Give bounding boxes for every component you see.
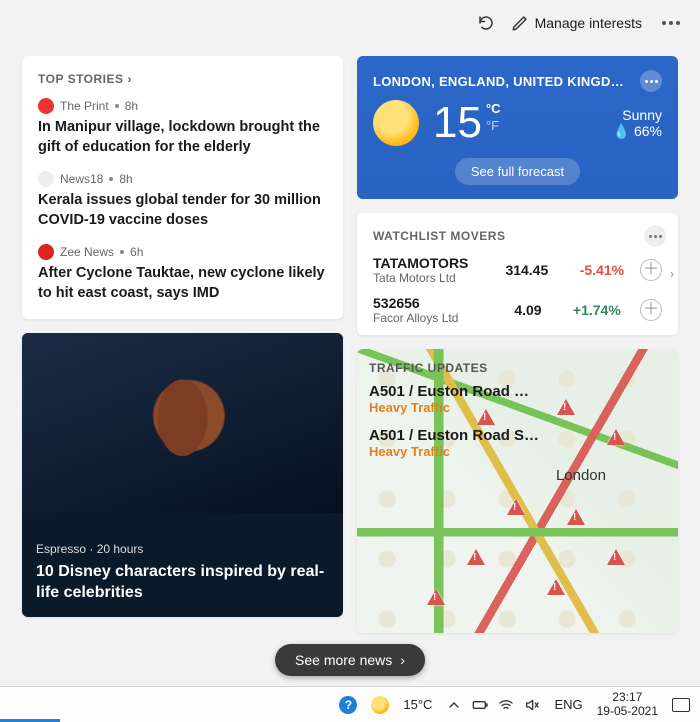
watchlist-header: WATCHLIST MOVERS (373, 229, 662, 243)
feature-image (22, 333, 343, 513)
weather-humidity: 66% (634, 123, 662, 139)
alert-icon (607, 549, 625, 565)
help-icon[interactable]: ? (339, 696, 357, 714)
traffic-item[interactable]: A501 / Euston Road S… Heavy Traffic (369, 427, 666, 459)
weather-more-button[interactable] (640, 70, 662, 92)
feature-title: 10 Disney characters inspired by real-li… (36, 562, 329, 604)
pencil-icon (511, 14, 529, 32)
watchlist-card: WATCHLIST MOVERS TATAMOTORS Tata Motors … (357, 213, 678, 335)
weather-location: LONDON, ENGLAND, UNITED KINGD… (373, 74, 624, 89)
story-title: In Manipur village, lockdown brought the… (38, 118, 327, 157)
alert-icon (507, 499, 525, 515)
sunny-icon (373, 100, 419, 146)
tray-temp[interactable]: 15°C (403, 697, 432, 712)
watchlist-more-button[interactable] (644, 225, 666, 247)
story-item[interactable]: The Print 8h In Manipur village, lockdow… (38, 98, 327, 157)
story-item[interactable]: Zee News 6h After Cyclone Tauktae, new c… (38, 244, 327, 303)
chevron-right-icon[interactable]: › (670, 267, 674, 281)
story-title: Kerala issues global tender for 30 milli… (38, 191, 327, 230)
battery-icon[interactable] (472, 697, 488, 713)
stock-row[interactable]: 532656 Facor Alloys Ltd 4.09 +1.74% ＋ (373, 295, 662, 325)
alert-icon (567, 509, 585, 525)
source-icon (38, 98, 54, 114)
source-icon (38, 244, 54, 260)
refresh-icon[interactable] (477, 14, 495, 32)
wifi-icon[interactable] (498, 697, 514, 713)
see-forecast-button[interactable]: See full forecast (455, 158, 580, 185)
alert-icon (467, 549, 485, 565)
traffic-item[interactable]: A501 / Euston Road … Heavy Traffic (369, 383, 666, 415)
tray-lang[interactable]: ENG (554, 697, 582, 712)
alert-icon (547, 579, 565, 595)
stock-row[interactable]: TATAMOTORS Tata Motors Ltd 314.45 -5.41%… (373, 255, 662, 285)
alert-icon (427, 589, 445, 605)
see-more-news-button[interactable]: See more news › (275, 644, 425, 676)
chevron-right-icon: › (128, 72, 133, 86)
story-title: After Cyclone Tauktae, new cyclone likel… (38, 264, 327, 303)
chevron-up-icon[interactable] (446, 697, 462, 713)
traffic-header: TRAFFIC UPDATES (369, 361, 666, 375)
weather-tray-icon[interactable] (371, 696, 389, 714)
chevron-right-icon: › (400, 652, 405, 668)
taskbar: ? 15°C ENG 23:17 19-05-2021 (0, 686, 700, 722)
toolbar: Manage interests (0, 0, 700, 46)
top-stories-header[interactable]: TOP STORIES › (38, 72, 327, 86)
volume-mute-icon[interactable] (524, 697, 540, 713)
manage-interests-button[interactable]: Manage interests (511, 14, 642, 32)
weather-card[interactable]: LONDON, ENGLAND, UNITED KINGD… 15 °C °F … (357, 56, 678, 199)
story-item[interactable]: News18 8h Kerala issues global tender fo… (38, 171, 327, 230)
weather-temp: 15 (433, 101, 482, 145)
top-stories-card: TOP STORIES › The Print 8h In Manipur vi… (22, 56, 343, 319)
source-icon (38, 171, 54, 187)
more-button[interactable] (658, 17, 684, 29)
feature-story-card[interactable]: Espresso · 20 hours 10 Disney characters… (22, 333, 343, 617)
add-stock-button[interactable]: ＋ (640, 299, 662, 321)
add-stock-button[interactable]: ＋ (640, 259, 662, 281)
tray-datetime[interactable]: 23:17 19-05-2021 (597, 691, 658, 719)
traffic-card[interactable]: London TRAFFIC UPDATES A501 / Euston Roa… (357, 349, 678, 633)
notifications-icon[interactable] (672, 698, 690, 712)
manage-interests-label: Manage interests (535, 15, 642, 31)
weather-condition: Sunny (613, 107, 662, 123)
